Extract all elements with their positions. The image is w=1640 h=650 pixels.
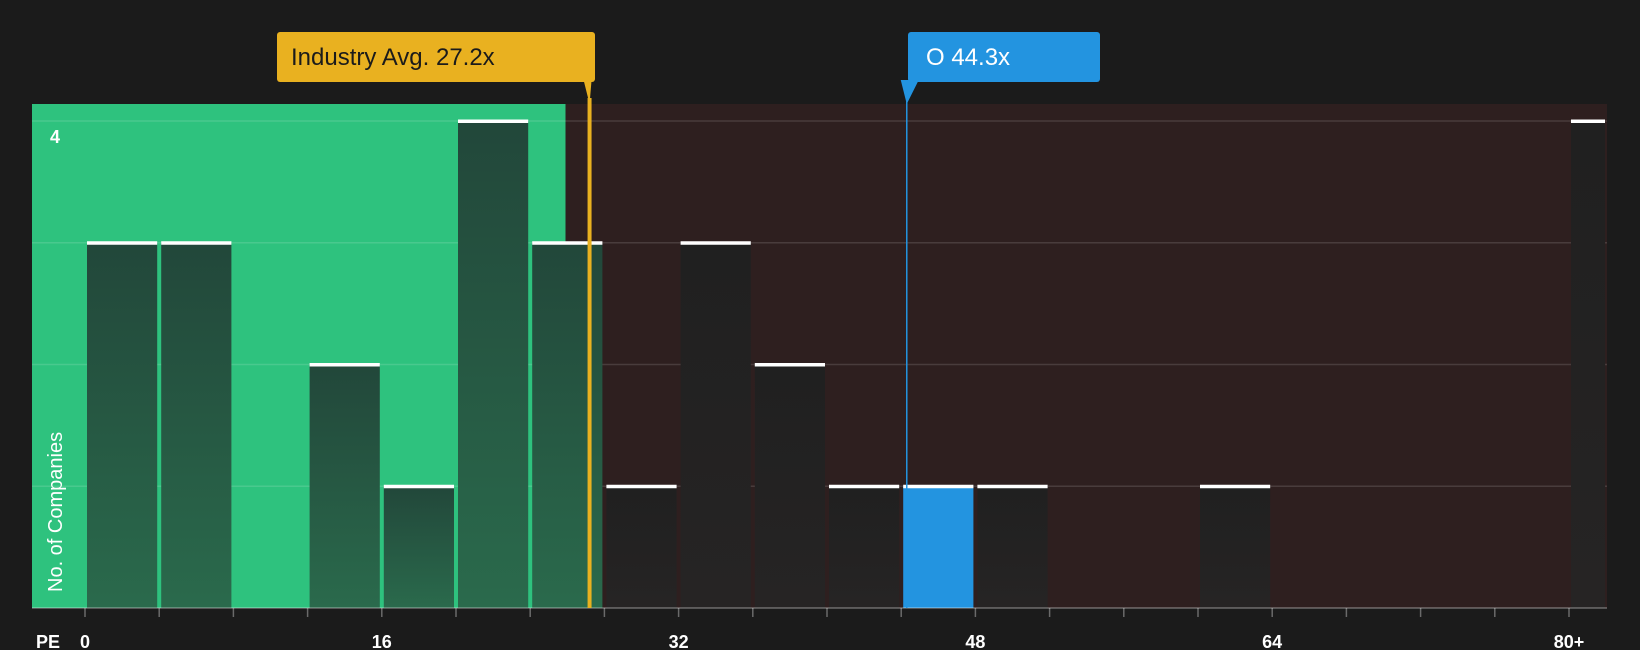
bar-cap <box>309 363 380 367</box>
histogram-bar <box>903 486 974 608</box>
x-tick-label: 64 <box>1262 632 1282 650</box>
bar-cap <box>1200 484 1271 489</box>
bar-cap <box>458 119 529 123</box>
x-tick-label: 32 <box>669 632 689 650</box>
histogram-bar <box>829 486 900 608</box>
histogram-bar <box>1200 486 1271 608</box>
y-tick-label: 4 <box>50 127 60 147</box>
bar-cap <box>680 241 751 245</box>
y-axis-label: No. of Companies <box>45 432 67 592</box>
histogram-bar <box>977 486 1048 608</box>
bar-cap <box>606 484 677 489</box>
bar-cap <box>532 241 603 245</box>
histogram-bar <box>606 486 677 608</box>
histogram-bar <box>309 364 380 608</box>
histogram-bar <box>87 242 158 608</box>
bar-cap <box>977 484 1048 489</box>
company-pe-label: O 44.3x <box>926 44 1010 71</box>
histogram-bar <box>1571 121 1605 608</box>
x-tick-label: 80+ <box>1554 632 1585 650</box>
histogram-bar <box>532 242 603 608</box>
x-axis-label: PE <box>36 632 60 650</box>
x-tick-label: 48 <box>965 632 985 650</box>
x-tick-label: 0 <box>80 632 90 650</box>
histogram-bar <box>161 242 232 608</box>
pe-distribution-chart: 0 16 32 48 64 80+ Industry Avg. 27.2x O 44.3x … <box>32 32 1607 650</box>
histogram-bar <box>383 486 454 608</box>
bar-cap <box>754 363 825 367</box>
bar-cap <box>1571 119 1605 123</box>
company-pe-pointer <box>900 80 919 104</box>
bar-cap <box>383 484 454 489</box>
histogram-bar <box>458 121 529 608</box>
x-tick-label: 16 <box>372 632 392 650</box>
histogram-bar <box>680 242 751 608</box>
x-axis: 0 16 32 48 64 80+ <box>32 607 1607 650</box>
bar-cap <box>161 241 232 245</box>
bar-cap <box>903 484 974 489</box>
histogram-bar <box>754 364 825 608</box>
industry-average-label: Industry Avg. 27.2x <box>291 44 495 71</box>
bar-cap <box>87 241 158 245</box>
bar-cap <box>829 484 900 489</box>
